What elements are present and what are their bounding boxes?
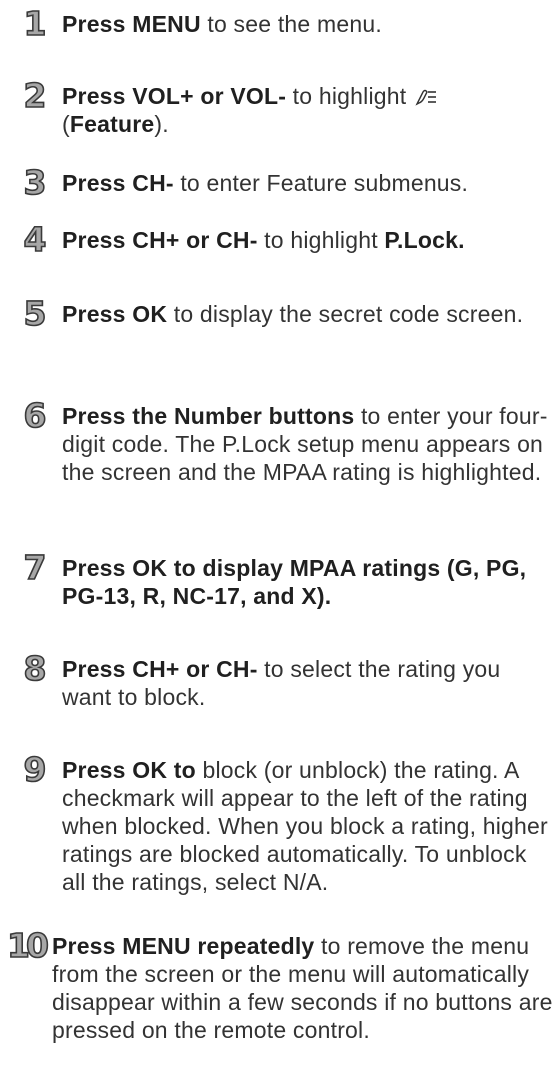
- step-bold-text: Press CH+ or CH-: [62, 656, 258, 682]
- step-text: Press MENU repeatedly to remove the menu…: [52, 932, 556, 1044]
- step-bold-text: Press VOL+ or VOL-: [62, 83, 287, 109]
- step-text: Press OK to display MPAA ratings (G, PG,…: [62, 554, 554, 610]
- feature-label: Feature: [69, 111, 155, 137]
- step-number: 1: [23, 3, 48, 44]
- step-body-text: to see the menu.: [200, 11, 382, 37]
- paren-open: (: [62, 111, 70, 137]
- step-body-text: to enter Feature submenus.: [173, 170, 469, 196]
- paren-close: ).: [154, 111, 169, 137]
- step-body-text: to display the secret code screen.: [167, 301, 524, 327]
- step-bold-text: Press the Number buttons: [62, 403, 355, 429]
- step-text: Press MENU to see the menu.: [62, 10, 556, 38]
- step-number: 4: [23, 219, 48, 260]
- step-text: Press OK to display the secret code scre…: [62, 300, 532, 328]
- step-bold-text: Press OK to: [62, 757, 196, 783]
- step-text: Press CH+ or CH- to select the rating yo…: [62, 655, 554, 711]
- step-number: 7: [23, 547, 48, 588]
- step-bold-text: Press CH+ or CH-: [62, 227, 258, 253]
- step-bold-text: Press OK: [62, 301, 168, 327]
- step-number: 8: [23, 648, 48, 689]
- step-bold-text: Press CH-: [62, 170, 174, 196]
- step-number: 6: [23, 395, 48, 436]
- step-number: 2: [23, 75, 48, 116]
- step-text: Press the Number buttons to enter your f…: [62, 402, 554, 486]
- step-number: 3: [23, 162, 48, 203]
- step-text: Press CH- to enter Feature submenus.: [62, 169, 556, 197]
- step-body-text: to highlight: [257, 227, 385, 253]
- plock-label: P.Lock.: [384, 227, 465, 253]
- step-text: Press CH+ or CH- to highlight P.Lock.: [62, 226, 556, 254]
- step-text: Press OK to block (or unblock) the ratin…: [62, 756, 554, 896]
- step-number: 10: [6, 925, 50, 966]
- step-number: 5: [23, 293, 48, 334]
- step-number: 9: [23, 749, 48, 790]
- step-body-text: to highlight: [286, 83, 413, 109]
- step-bold-text: Press MENU repeatedly: [52, 933, 315, 959]
- step-bold-text: Press MENU: [62, 11, 201, 37]
- step-text: Press VOL+ or VOL- to highlight (Feature…: [62, 82, 556, 138]
- feature-icon: [415, 89, 436, 106]
- step-bold-text: Press OK to display MPAA ratings (G, PG,…: [62, 555, 527, 609]
